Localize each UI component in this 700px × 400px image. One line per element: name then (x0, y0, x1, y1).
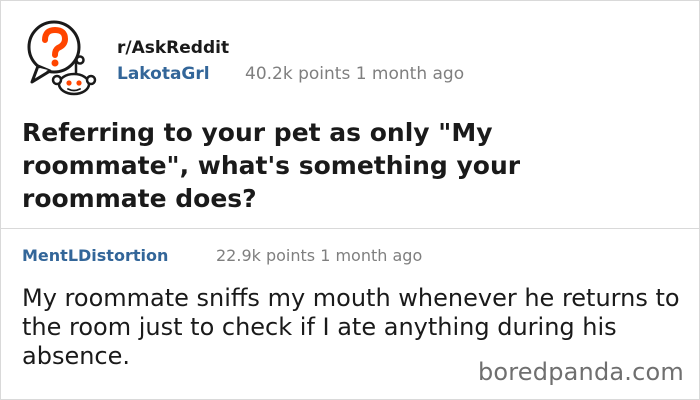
post-title[interactable]: Referring to your pet as only "My roomma… (22, 116, 622, 215)
reddit-question-mascot-icon (18, 18, 100, 98)
comment-author[interactable]: MentLDistortion (22, 246, 168, 265)
comment-points-time: 22.9k points 1 month ago (216, 246, 423, 265)
reddit-post: r/AskReddit LakotaGrl 40.2k points 1 mon… (0, 0, 700, 229)
post-points-time: 40.2k points 1 month ago (245, 64, 465, 84)
subreddit-name[interactable]: r/AskReddit (117, 38, 229, 58)
post-author[interactable]: LakotaGrl (117, 64, 210, 84)
boredpanda-watermark: boredpanda.com (477, 358, 684, 386)
